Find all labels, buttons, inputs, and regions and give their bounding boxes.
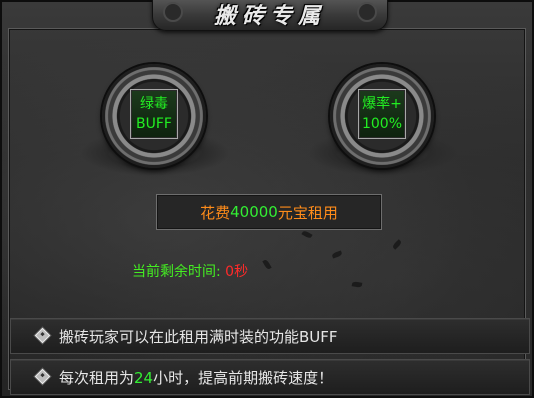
buff-line2: 100% <box>361 116 403 132</box>
title-ornament-right <box>357 2 377 22</box>
info-row: 每次租用为24小时，提高前期搬砖速度！ <box>10 359 530 395</box>
buff-line1: 爆率+ <box>362 96 402 112</box>
info-text-before: 每次租用为 <box>59 369 135 387</box>
page-title: 搬砖专属 <box>213 3 326 29</box>
info-hours-highlight: 24 <box>134 369 154 387</box>
info-text: 搬砖玩家可以在此租用满时装的功能BUFF <box>59 328 338 346</box>
cost-currency: 元宝 <box>277 203 308 222</box>
remaining-value: 0秒 <box>225 264 249 280</box>
buff-green-poison[interactable]: 绿毒 BUFF <box>130 89 178 139</box>
info-row: 搬砖玩家可以在此租用满时装的功能BUFF <box>10 318 530 354</box>
buff-drop-rate[interactable]: 爆率+ 100% <box>358 89 406 139</box>
buff-line2: BUFF <box>136 116 172 132</box>
remaining-time: 当前剩余时间: 0秒 <box>132 261 248 281</box>
cost-amount: 40000 <box>230 203 278 221</box>
info-text-after: 小时，提高前期搬砖速度！ <box>153 369 334 387</box>
diamond-bullet-icon <box>34 327 51 344</box>
rental-panel: 搬砖专属 绿毒 BUFF 爆率+ 100% 花费 40000 元宝 租用 当前剩余时间… <box>0 0 534 398</box>
info-text: 每次租用为24小时，提高前期搬砖速度！ <box>59 367 333 388</box>
remaining-label: 当前剩余时间: <box>132 264 221 280</box>
cost-prefix: 花费 <box>200 203 231 222</box>
diamond-bullet-icon <box>34 368 51 385</box>
buff-line1: 绿毒 <box>140 96 168 112</box>
title-bar: 搬砖专属 <box>152 0 388 31</box>
rent-button[interactable]: 花费 40000 元宝 租用 <box>156 194 382 230</box>
cost-suffix: 租用 <box>307 203 338 222</box>
